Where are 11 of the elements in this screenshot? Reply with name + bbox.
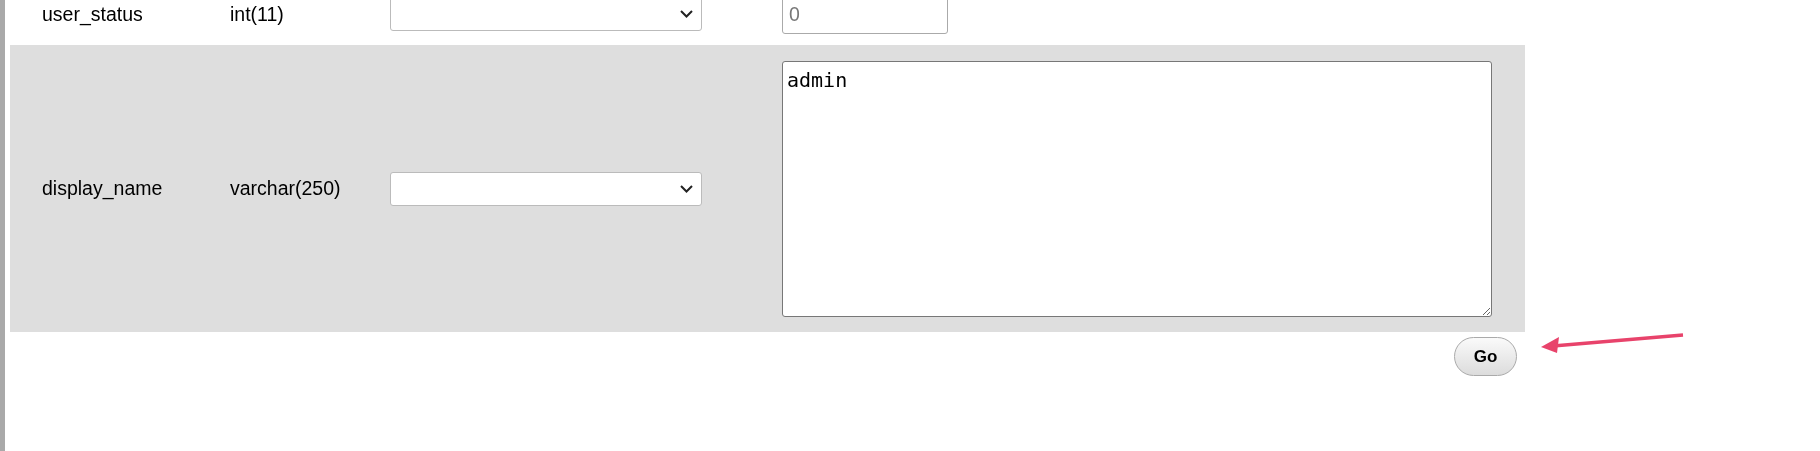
chevron-down-icon	[680, 184, 693, 193]
go-button[interactable]: Go	[1454, 337, 1517, 376]
column-type: varchar(250)	[230, 177, 342, 200]
chevron-down-icon	[680, 10, 693, 18]
value-input[interactable]: 0	[782, 0, 948, 34]
value-textarea[interactable]: admin	[782, 60, 1492, 317]
column-type: int(11)	[230, 2, 285, 26]
function-dropdown[interactable]	[390, 171, 702, 206]
column-name: display_name	[42, 177, 164, 200]
column-name: user_status	[42, 2, 144, 26]
function-dropdown[interactable]	[390, 0, 702, 31]
